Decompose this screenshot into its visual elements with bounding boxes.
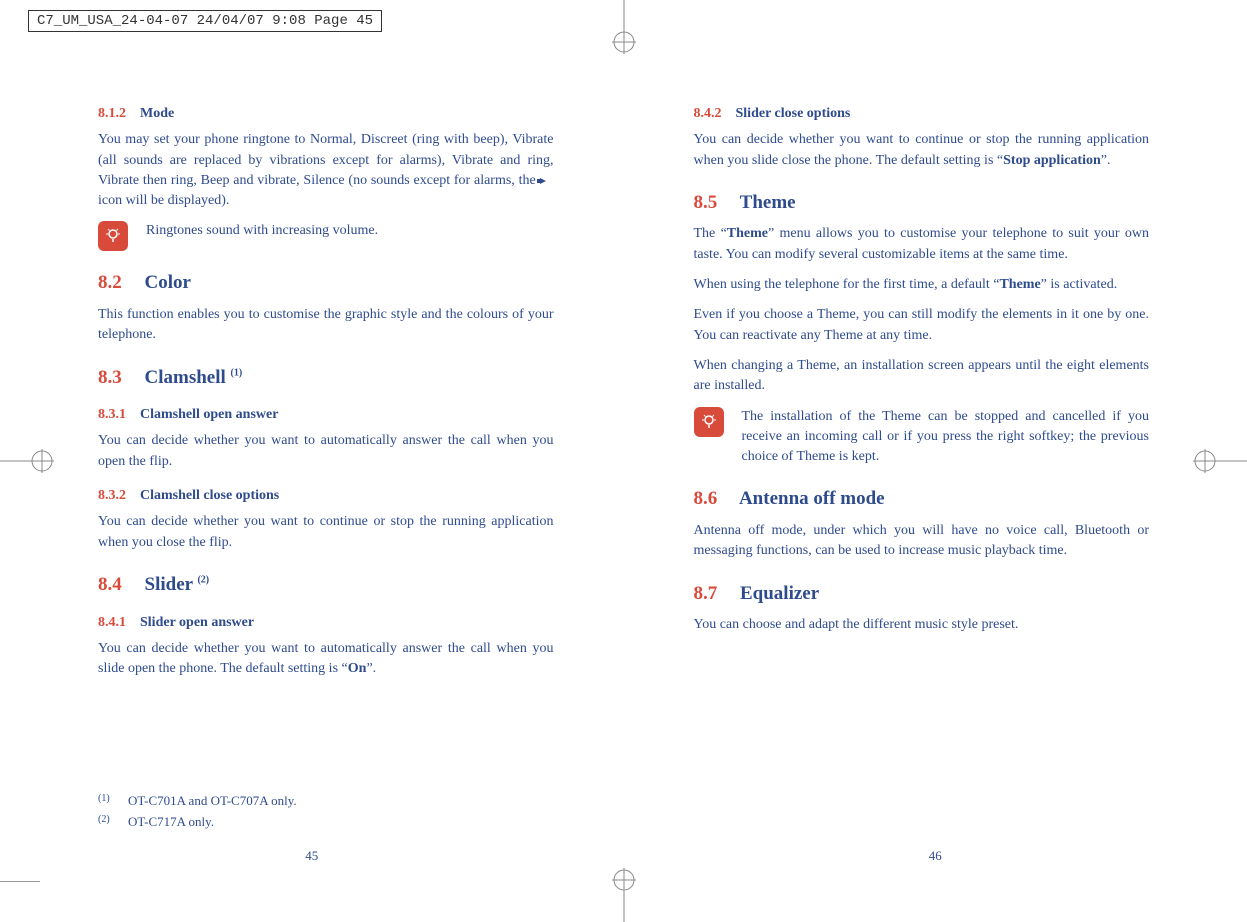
tip-text: Ringtones sound with increasing volume. — [146, 221, 554, 241]
heading-8-6: 8.6 Antenna off mode — [694, 485, 1150, 513]
paragraph: The “Theme” menu allows you to customise… — [694, 224, 1150, 265]
page-left: 8.1.2 Mode You may set your phone ringto… — [0, 80, 624, 872]
tip-block: Ringtones sound with increasing volume. — [98, 221, 554, 251]
crop-line-icon — [0, 881, 40, 882]
lightbulb-icon — [98, 221, 128, 251]
crop-mark-bottom-icon — [609, 866, 639, 922]
heading-8-1-2: 8.1.2 Mode — [98, 104, 554, 124]
section-number: 8.1.2 — [98, 106, 126, 121]
paragraph: You can choose and adapt the different m… — [694, 615, 1150, 635]
section-title: Mode — [140, 106, 174, 121]
page-number: 45 — [305, 847, 318, 866]
paragraph: When using the telephone for the first t… — [694, 275, 1150, 295]
heading-8-7: 8.7 Equalizer — [694, 580, 1150, 608]
paragraph: Antenna off mode, under which you will h… — [694, 521, 1150, 562]
footnotes: (1)OT-C701A and OT-C707A only. (2)OT-C71… — [98, 790, 297, 834]
paragraph: You can decide whether you want to conti… — [694, 130, 1150, 171]
paragraph: Even if you choose a Theme, you can stil… — [694, 305, 1150, 346]
heading-8-4-2: 8.4.2 Slider close options — [694, 104, 1150, 124]
heading-8-3: 8.3 Clamshell (1) — [98, 364, 554, 392]
heading-8-3-2: 8.3.2 Clamshell close options — [98, 486, 554, 506]
print-header: C7_UM_USA_24-04-07 24/04/07 9:08 Page 45 — [28, 10, 382, 32]
crop-mark-top-icon — [609, 0, 639, 56]
heading-8-2: 8.2 Color — [98, 269, 554, 297]
paragraph: When changing a Theme, an installation s… — [694, 356, 1150, 397]
speaker-icon — [540, 175, 554, 187]
tip-block: The installation of the Theme can be sto… — [694, 407, 1150, 468]
heading-8-4-1: 8.4.1 Slider open answer — [98, 613, 554, 633]
tip-text: The installation of the Theme can be sto… — [742, 407, 1150, 468]
heading-8-5: 8.5 Theme — [694, 189, 1150, 217]
paragraph: You may set your phone ringtone to Norma… — [98, 130, 554, 211]
paragraph: You can decide whether you want to conti… — [98, 512, 554, 553]
page-number: 46 — [929, 847, 942, 866]
heading-8-3-1: 8.3.1 Clamshell open answer — [98, 405, 554, 425]
paragraph: You can decide whether you want to autom… — [98, 431, 554, 472]
paragraph: This function enables you to customise t… — [98, 305, 554, 346]
lightbulb-icon — [694, 407, 724, 437]
heading-8-4: 8.4 Slider (2) — [98, 571, 554, 599]
paragraph: You can decide whether you want to autom… — [98, 639, 554, 680]
page-right: 8.4.2 Slider close options You can decid… — [624, 80, 1247, 872]
